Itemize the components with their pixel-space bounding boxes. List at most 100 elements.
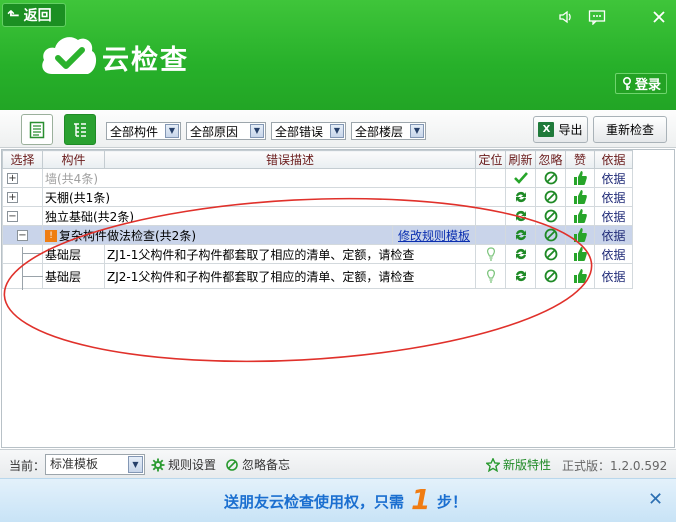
basis-link[interactable]: 依据 (594, 206, 634, 226)
promo-suffix: 步！ (437, 493, 468, 511)
back-button[interactable]: ⬑ 返回 (2, 3, 66, 27)
table-row[interactable]: 基础层 ZJ1-1父构件和子构件都套取了相应的清单、定额，请检查 依据 (2, 244, 634, 264)
warning-icon: ! (45, 230, 57, 242)
component-cell: 独立基础(共2条) (41, 206, 477, 226)
key-icon (622, 76, 631, 90)
expand-icon[interactable]: + (7, 192, 18, 203)
new-features-button[interactable]: 新版特性 (486, 456, 551, 473)
component-filter-select[interactable]: 全部构件 ▼ (106, 122, 181, 140)
app-title: 云检查 (102, 45, 189, 76)
col-locate[interactable]: 定位 (475, 150, 507, 169)
table-group-row[interactable]: − ! 复杂构件做法检查(共2条) 修改规则模板 依据 (2, 225, 634, 245)
export-button[interactable]: X 导出 (533, 116, 588, 143)
col-refresh[interactable]: 刷新 (505, 150, 537, 169)
back-label: 返回 (23, 8, 52, 24)
toolbar: 全部构件 ▼ 全部原因 ▼ 全部错误 ▼ 全部楼层 ▼ X 导出 重新检查 (0, 110, 676, 148)
login-button[interactable]: 登录 (615, 73, 667, 94)
close-icon[interactable] (648, 9, 670, 31)
thumbs-up-icon[interactable] (572, 227, 588, 243)
table-row[interactable]: 基础层 ZJ2-1父构件和子构件都套取了相应的清单、定额，请检查 依据 (2, 263, 634, 289)
basis-link[interactable]: 依据 (594, 187, 634, 207)
basis-link[interactable]: 依据 (594, 168, 634, 188)
error-filter-select[interactable]: 全部错误 ▼ (271, 122, 346, 140)
table-row[interactable]: + 天棚(共1条) 依据 (2, 187, 634, 207)
message-icon[interactable] (586, 9, 608, 31)
expand-icon[interactable]: + (7, 173, 18, 184)
list-view-button[interactable] (21, 114, 53, 145)
current-label: 当前： (9, 459, 46, 473)
excel-icon: X (538, 122, 555, 137)
login-label: 登录 (634, 78, 661, 93)
basis-link[interactable]: 依据 (594, 263, 634, 289)
status-bar: 当前： 标准模板 ▼ 规则设置 忽略备忘 新版特性 正式版：1.2.0.592 (0, 449, 676, 478)
refresh-icon[interactable] (513, 246, 529, 262)
template-select[interactable]: 标准模板 ▼ (45, 454, 145, 475)
close-icon[interactable]: ✕ (648, 489, 663, 510)
collapse-icon[interactable]: − (7, 211, 18, 222)
tree-view-icon (74, 122, 86, 137)
thumbs-up-icon[interactable] (572, 170, 588, 186)
col-like[interactable]: 赞 (565, 150, 596, 169)
thumbs-up-icon[interactable] (572, 246, 588, 262)
chevron-down-icon: ▼ (410, 124, 424, 138)
version-label: 正式版：1.2.0.592 (562, 459, 668, 473)
floor-cell: 基础层 (42, 263, 105, 289)
rule-settings-button[interactable]: 规则设置 (151, 456, 216, 473)
star-icon (486, 457, 500, 472)
error-description-cell: ZJ2-1父构件和子构件都套取了相应的清单、定额，请检查 (103, 263, 477, 289)
promo-step-number: 1 (411, 483, 431, 516)
ignore-icon[interactable] (543, 268, 559, 284)
locate-bulb-icon[interactable] (483, 268, 499, 284)
col-component[interactable]: 构件 (42, 150, 105, 169)
floor-filter-select[interactable]: 全部楼层 ▼ (351, 122, 426, 140)
results-table: 选择 构件 错误描述 定位 刷新 忽略 赞 依据 + 墙(共4条) 依据 + 天… (2, 150, 634, 289)
refresh-icon[interactable] (513, 227, 529, 243)
ignore-notes-button[interactable]: 忽略备忘 (225, 456, 290, 473)
col-ignore[interactable]: 忽略 (535, 150, 567, 169)
basis-link[interactable]: 依据 (594, 225, 634, 245)
recheck-button[interactable]: 重新检查 (593, 116, 667, 143)
refresh-icon[interactable] (513, 268, 529, 284)
col-select[interactable]: 选择 (2, 150, 43, 169)
refresh-icon[interactable] (513, 189, 529, 205)
floor-cell: 基础层 (42, 244, 105, 264)
ignore-icon[interactable] (543, 189, 559, 205)
ignore-icon[interactable] (543, 227, 559, 243)
tree-connector (22, 253, 43, 254)
ignore-icon[interactable] (543, 170, 559, 186)
col-basis[interactable]: 依据 (594, 150, 634, 169)
title-bar: ⬑ 返回 云检查 登录 (0, 0, 676, 110)
basis-link[interactable]: 依据 (594, 244, 634, 264)
thumbs-up-icon[interactable] (572, 208, 588, 224)
edit-rule-template-link[interactable]: 修改规则模板 (398, 229, 470, 243)
locate-bulb-icon[interactable] (483, 246, 499, 262)
results-table-area: 选择 构件 错误描述 定位 刷新 忽略 赞 依据 + 墙(共4条) 依据 + 天… (1, 149, 675, 448)
ignore-icon[interactable] (543, 246, 559, 262)
thumbs-up-icon[interactable] (572, 268, 588, 284)
refresh-icon[interactable] (513, 208, 529, 224)
cloud-check-logo-icon (42, 37, 97, 74)
thumbs-up-icon[interactable] (572, 189, 588, 205)
check-icon (513, 172, 528, 184)
cause-filter-select[interactable]: 全部原因 ▼ (186, 122, 266, 140)
col-description[interactable]: 错误描述 (103, 150, 477, 169)
table-row[interactable]: + 墙(共4条) 依据 (2, 168, 634, 188)
back-arrow-icon: ⬑ (7, 6, 20, 24)
list-view-icon (29, 121, 45, 138)
speaker-icon[interactable] (555, 9, 577, 31)
collapse-icon[interactable]: − (17, 230, 28, 241)
group-label: 复杂构件做法检查(共2条) (59, 228, 196, 243)
error-description-cell: ZJ1-1父构件和子构件都套取了相应的清单、定额，请检查 (103, 244, 477, 264)
ignore-icon (226, 458, 238, 471)
ignore-icon[interactable] (543, 208, 559, 224)
promo-banner[interactable]: 送朋友云检查使用权，只需 1 步！ ✕ (0, 478, 676, 522)
table-row[interactable]: − 独立基础(共2条) 依据 (2, 206, 634, 226)
chevron-down-icon: ▼ (165, 124, 179, 138)
component-cell: 天棚(共1条) (41, 187, 477, 207)
tree-view-button[interactable] (64, 114, 96, 145)
chevron-down-icon: ▼ (330, 124, 344, 138)
tree-connector (22, 276, 43, 277)
component-cell: 墙(共4条) (41, 168, 477, 188)
gear-icon (151, 458, 165, 471)
promo-text: 送朋友云检查使用权，只需 (224, 493, 405, 511)
